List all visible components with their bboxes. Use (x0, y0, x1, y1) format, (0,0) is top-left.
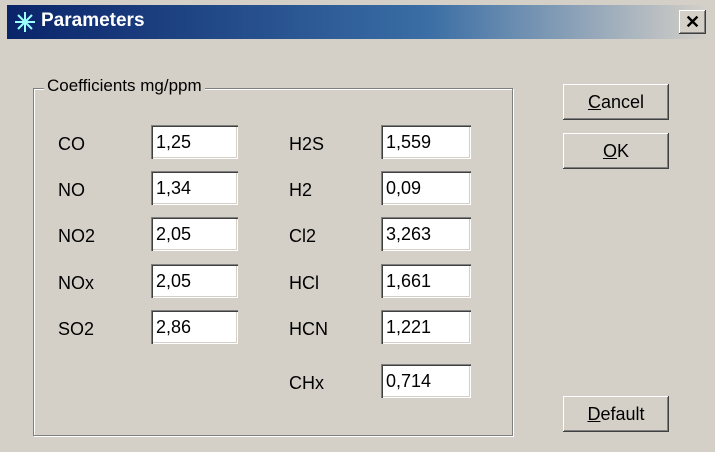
cancel-label-rest: ancel (600, 92, 645, 112)
default-label-rest: efault (600, 404, 645, 424)
group-label: Coefficients mg/ppm (44, 76, 205, 96)
label-no2: NO2 (58, 226, 96, 246)
field-co[interactable]: 1,25 (151, 125, 238, 159)
parameters-dialog: Parameters ✕ Coefficients mg/ppm CO 1,25… (0, 0, 715, 452)
field-so2[interactable]: 2,86 (151, 310, 238, 344)
snowflake-icon (15, 12, 35, 32)
label-hcn: HCN (289, 319, 328, 339)
field-no2[interactable]: 2,05 (151, 217, 238, 251)
field-hcl[interactable]: 1,661 (381, 264, 471, 298)
ok-label-rest: K (617, 141, 630, 161)
label-h2s: H2S (289, 134, 325, 154)
label-co: CO (58, 134, 85, 154)
title-bar[interactable]: Parameters ✕ (7, 5, 708, 39)
label-hcl: HCl (289, 273, 319, 293)
ok-mnemonic: O (602, 141, 617, 161)
field-no[interactable]: 1,34 (151, 171, 238, 205)
default-button[interactable]: Default (563, 396, 669, 432)
label-h2: H2 (289, 180, 313, 200)
field-h2[interactable]: 0,09 (381, 171, 471, 205)
field-cl2[interactable]: 3,263 (381, 217, 471, 251)
label-so2: SO2 (58, 319, 95, 339)
ok-button[interactable]: OK (563, 133, 669, 169)
window-title: Parameters (41, 10, 145, 31)
label-no: NO (58, 180, 85, 200)
field-hcn[interactable]: 1,221 (381, 310, 471, 344)
close-icon[interactable]: ✕ (679, 10, 706, 34)
label-cl2: Cl2 (289, 226, 317, 246)
default-mnemonic: D (587, 404, 601, 424)
label-chx: CHx (289, 373, 324, 393)
label-nox: NOx (58, 273, 94, 293)
cancel-button[interactable]: Cancel (563, 84, 669, 120)
cancel-mnemonic: C (587, 92, 601, 112)
field-nox[interactable]: 2,05 (151, 264, 238, 298)
field-chx[interactable]: 0,714 (381, 364, 471, 398)
field-h2s[interactable]: 1,559 (381, 125, 471, 159)
